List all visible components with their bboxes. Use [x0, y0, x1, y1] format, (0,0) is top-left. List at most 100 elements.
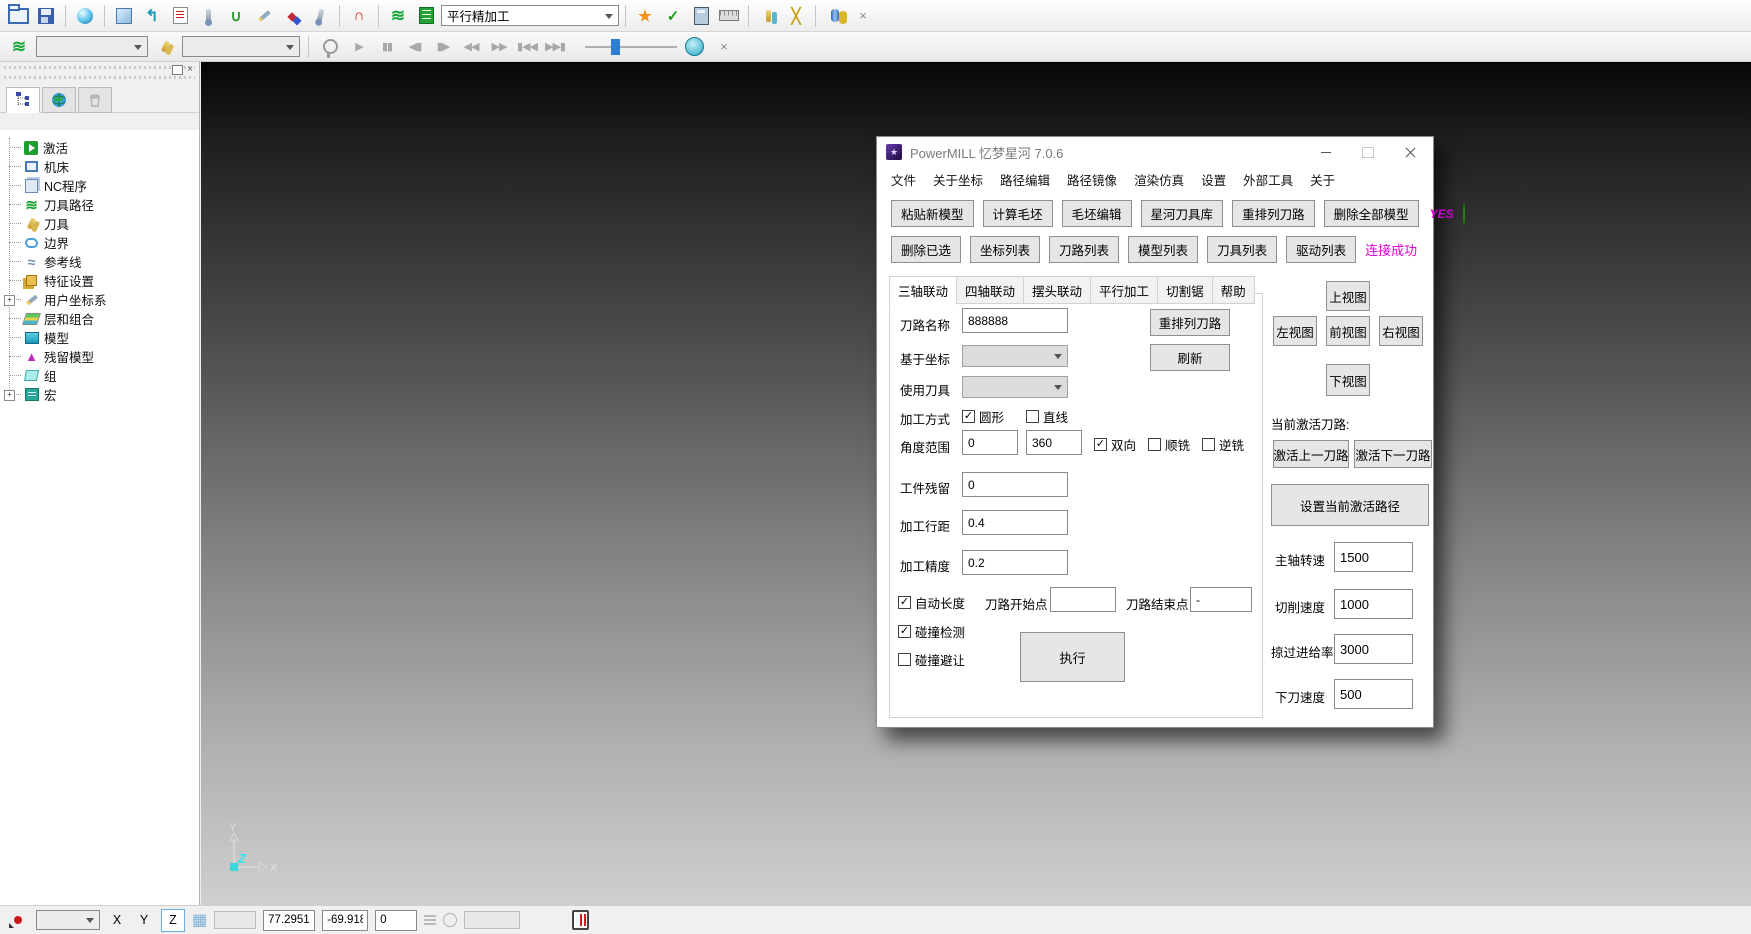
- menu-settings[interactable]: 设置: [1201, 170, 1226, 189]
- clipboard-pause-icon[interactable]: [572, 910, 589, 930]
- tree-item-group[interactable]: 组: [0, 366, 199, 385]
- machining-strategy-combo[interactable]: 平行精加工: [441, 5, 619, 26]
- toolpath-list-button[interactable]: 刀路列表: [1049, 236, 1119, 263]
- sim-tool-combo[interactable]: [182, 36, 300, 57]
- tools-button[interactable]: [755, 3, 781, 29]
- record-marker-button[interactable]: [7, 910, 29, 930]
- block-button[interactable]: [111, 3, 137, 29]
- sim-speed-slider[interactable]: [585, 37, 677, 57]
- expand-icon[interactable]: [4, 295, 15, 306]
- tree-item-nc-program[interactable]: NC程序: [0, 176, 199, 195]
- tree-item-boundary[interactable]: 边界: [0, 233, 199, 252]
- auto-length-checkbox[interactable]: 自动长度: [898, 593, 965, 612]
- pattern-button[interactable]: [251, 3, 277, 29]
- toolbar-close-button[interactable]: ×: [850, 3, 876, 29]
- toolpath-calculate-button[interactable]: ★: [632, 3, 658, 29]
- coord-list-button[interactable]: 坐标列表: [970, 236, 1040, 263]
- activate-next-button[interactable]: 激活下一刀路: [1354, 440, 1432, 468]
- sim-rewind-button[interactable]: ◀◀: [459, 35, 483, 59]
- boundary-button[interactable]: ∪: [223, 3, 249, 29]
- cutting-feed-input[interactable]: [1334, 589, 1413, 619]
- menu-external-tools[interactable]: 外部工具: [1243, 170, 1293, 189]
- tab-explorer-trash[interactable]: [78, 87, 112, 113]
- sim-tool-button[interactable]: [152, 34, 178, 60]
- toolpath-button[interactable]: ≋: [385, 3, 411, 29]
- stock-allowance-input[interactable]: [962, 472, 1068, 497]
- sim-toolpath-button[interactable]: ≋: [6, 34, 32, 60]
- menu-about[interactable]: 关于: [1310, 170, 1335, 189]
- sim-light-button[interactable]: [317, 34, 343, 60]
- nc-program-button[interactable]: [167, 3, 193, 29]
- sim-go-start-button[interactable]: ▮◀◀: [515, 35, 539, 59]
- probe-position-icon[interactable]: [443, 913, 457, 927]
- axis-z-button[interactable]: Z: [161, 909, 185, 932]
- tree-item-model[interactable]: 模型: [0, 328, 199, 347]
- bidirectional-checkbox[interactable]: 双向: [1094, 435, 1136, 454]
- tab-explorer-globe[interactable]: [42, 87, 76, 113]
- tree-item-toolpath[interactable]: ≋刀具路径: [0, 195, 199, 214]
- tool-library-button[interactable]: 星河刀具库: [1141, 200, 1224, 227]
- toolpath-verify-button[interactable]: ✓: [660, 3, 686, 29]
- plunge-feed-input[interactable]: [1334, 679, 1413, 709]
- slider-handle[interactable]: [611, 39, 620, 55]
- strategy-list-button[interactable]: [413, 3, 439, 29]
- sim-step-back-button[interactable]: ◀▮: [403, 35, 427, 59]
- cursor-z-field[interactable]: [375, 910, 417, 931]
- tab-parallel[interactable]: 平行加工: [1091, 276, 1158, 304]
- drive-list-button[interactable]: 驱动列表: [1286, 236, 1356, 263]
- spindle-speed-input[interactable]: [1334, 542, 1413, 572]
- panel-grip[interactable]: [4, 74, 195, 82]
- calculator-button[interactable]: [688, 3, 714, 29]
- open-project-button[interactable]: [5, 3, 31, 29]
- menu-render-sim[interactable]: 渲染仿真: [1134, 170, 1184, 189]
- model-list-button[interactable]: 模型列表: [1128, 236, 1198, 263]
- measure-button[interactable]: [716, 3, 742, 29]
- axis-y-button[interactable]: Y: [134, 909, 154, 932]
- feature-set-button[interactable]: ◆: [279, 3, 305, 29]
- cursor-y-field[interactable]: [322, 910, 368, 931]
- sim-go-end-button[interactable]: ▶▶▮: [543, 35, 567, 59]
- circle-checkbox[interactable]: 圆形: [962, 407, 1004, 426]
- sim-fast-forward-button[interactable]: ▶▶: [487, 35, 511, 59]
- tab-saw-cut[interactable]: 切割锯: [1158, 276, 1213, 304]
- delete-selected-button[interactable]: 删除已选: [891, 236, 961, 263]
- sim-play-button[interactable]: ▶: [347, 35, 371, 59]
- conventional-mill-checkbox[interactable]: 逆铣: [1202, 435, 1244, 454]
- paste-new-model-button[interactable]: 粘贴新模型: [891, 200, 974, 227]
- tree-item-stock-model[interactable]: ▲残留模型: [0, 347, 199, 366]
- tree-item-levels-sets[interactable]: 层和组合: [0, 309, 199, 328]
- status-combo[interactable]: [36, 910, 100, 930]
- rearrange-button[interactable]: 重排列刀路: [1150, 309, 1230, 336]
- view-left-button[interactable]: 左视图: [1273, 316, 1317, 346]
- rapid-moves-button[interactable]: ↰: [139, 3, 165, 29]
- activate-prev-button[interactable]: 激活上一刀路: [1273, 440, 1349, 468]
- path-start-input[interactable]: [1050, 587, 1116, 612]
- rearrange-toolpaths-button[interactable]: 重排列刀路: [1232, 200, 1315, 227]
- menu-path-edit[interactable]: 路径编辑: [1000, 170, 1050, 189]
- menu-file[interactable]: 文件: [891, 170, 916, 189]
- execute-button[interactable]: 执行: [1020, 632, 1125, 682]
- close-button[interactable]: [1389, 137, 1431, 167]
- line-checkbox[interactable]: 直线: [1026, 407, 1068, 426]
- sim-toolbar-close-button[interactable]: ×: [711, 34, 737, 60]
- edit-stock-button[interactable]: 毛坯编辑: [1062, 200, 1132, 227]
- tree-item-tool[interactable]: 刀具: [0, 214, 199, 233]
- tree-item-machine-tool[interactable]: 机床: [0, 157, 199, 176]
- tree-item-workplane[interactable]: 用户坐标系: [0, 290, 199, 309]
- axis-x-button[interactable]: X: [107, 909, 127, 932]
- tab-3axis[interactable]: 三轴联动: [889, 276, 957, 305]
- collision-avoid-checkbox[interactable]: 碰撞避让: [898, 650, 965, 669]
- tab-4axis[interactable]: 四轴联动: [957, 276, 1024, 304]
- panel-grip[interactable]: ×: [4, 64, 195, 72]
- stock-models-button[interactable]: [822, 3, 848, 29]
- skim-feed-input[interactable]: [1334, 634, 1413, 664]
- cut-button[interactable]: ╳: [783, 3, 809, 29]
- tree-item-pattern[interactable]: ≈参考线: [0, 252, 199, 271]
- menu-coordinates[interactable]: 关于坐标: [933, 170, 983, 189]
- maximize-button[interactable]: [1347, 137, 1389, 167]
- shading-button[interactable]: [72, 3, 98, 29]
- view-front-button[interactable]: 前视图: [1326, 316, 1370, 346]
- grid-icon[interactable]: ▦: [192, 910, 207, 930]
- collision-check-button[interactable]: ∩: [346, 3, 372, 29]
- sim-pause-button[interactable]: ▮▮: [375, 35, 399, 59]
